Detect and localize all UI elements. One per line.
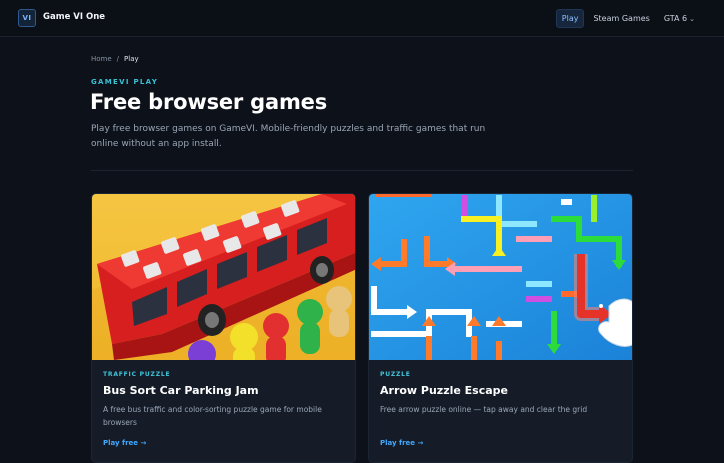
section-eyebrow: GAMEVI PLAY <box>91 78 159 86</box>
card-description: Free arrow puzzle online — tap away and … <box>380 405 588 414</box>
card-title[interactable]: Arrow Puzzle Escape <box>380 384 508 397</box>
page-title: Free browser games <box>90 90 328 114</box>
nav-gta6-dropdown[interactable]: GTA 6 ⌄ <box>659 10 700 27</box>
breadcrumb-separator: / <box>116 55 120 63</box>
chevron-down-icon: ⌄ <box>689 15 695 23</box>
card-description: A free bus traffic and color-sorting puz… <box>103 405 322 427</box>
card-tag: PUZZLE <box>380 371 411 378</box>
logo-icon[interactable]: VI <box>18 9 36 27</box>
nav-gta6-label: GTA 6 <box>663 14 688 23</box>
breadcrumb: Home / Play <box>91 55 139 63</box>
card-title[interactable]: Bus Sort Car Parking Jam <box>103 384 259 397</box>
play-free-link[interactable]: Play free → <box>103 439 146 447</box>
game-card-bus-sort[interactable]: TRAFFIC PUZZLE Bus Sort Car Parking Jam … <box>91 193 356 463</box>
arrow-puzzle-thumbnail[interactable] <box>369 194 632 360</box>
play-free-link[interactable]: Play free → <box>380 439 423 447</box>
top-navbar: VI Game VI One Play Steam Games GTA 6 ⌄ <box>0 0 724 37</box>
nav-steam-games[interactable]: Steam Games <box>588 10 654 27</box>
breadcrumb-current: Play <box>124 55 139 63</box>
game-card-arrow-puzzle[interactable]: PUZZLE Arrow Puzzle Escape Free arrow pu… <box>368 193 633 463</box>
bus-sort-thumbnail[interactable] <box>92 194 355 360</box>
brand-name[interactable]: Game VI One <box>43 12 105 22</box>
breadcrumb-home[interactable]: Home <box>91 55 112 63</box>
card-tag: TRAFFIC PUZZLE <box>103 371 171 378</box>
divider <box>91 170 633 171</box>
page-description: Play free browser games on GameVI. Mobil… <box>91 124 486 149</box>
nav-play[interactable]: Play <box>555 9 585 28</box>
main-nav: Play Steam Games GTA 6 ⌄ <box>552 9 700 28</box>
